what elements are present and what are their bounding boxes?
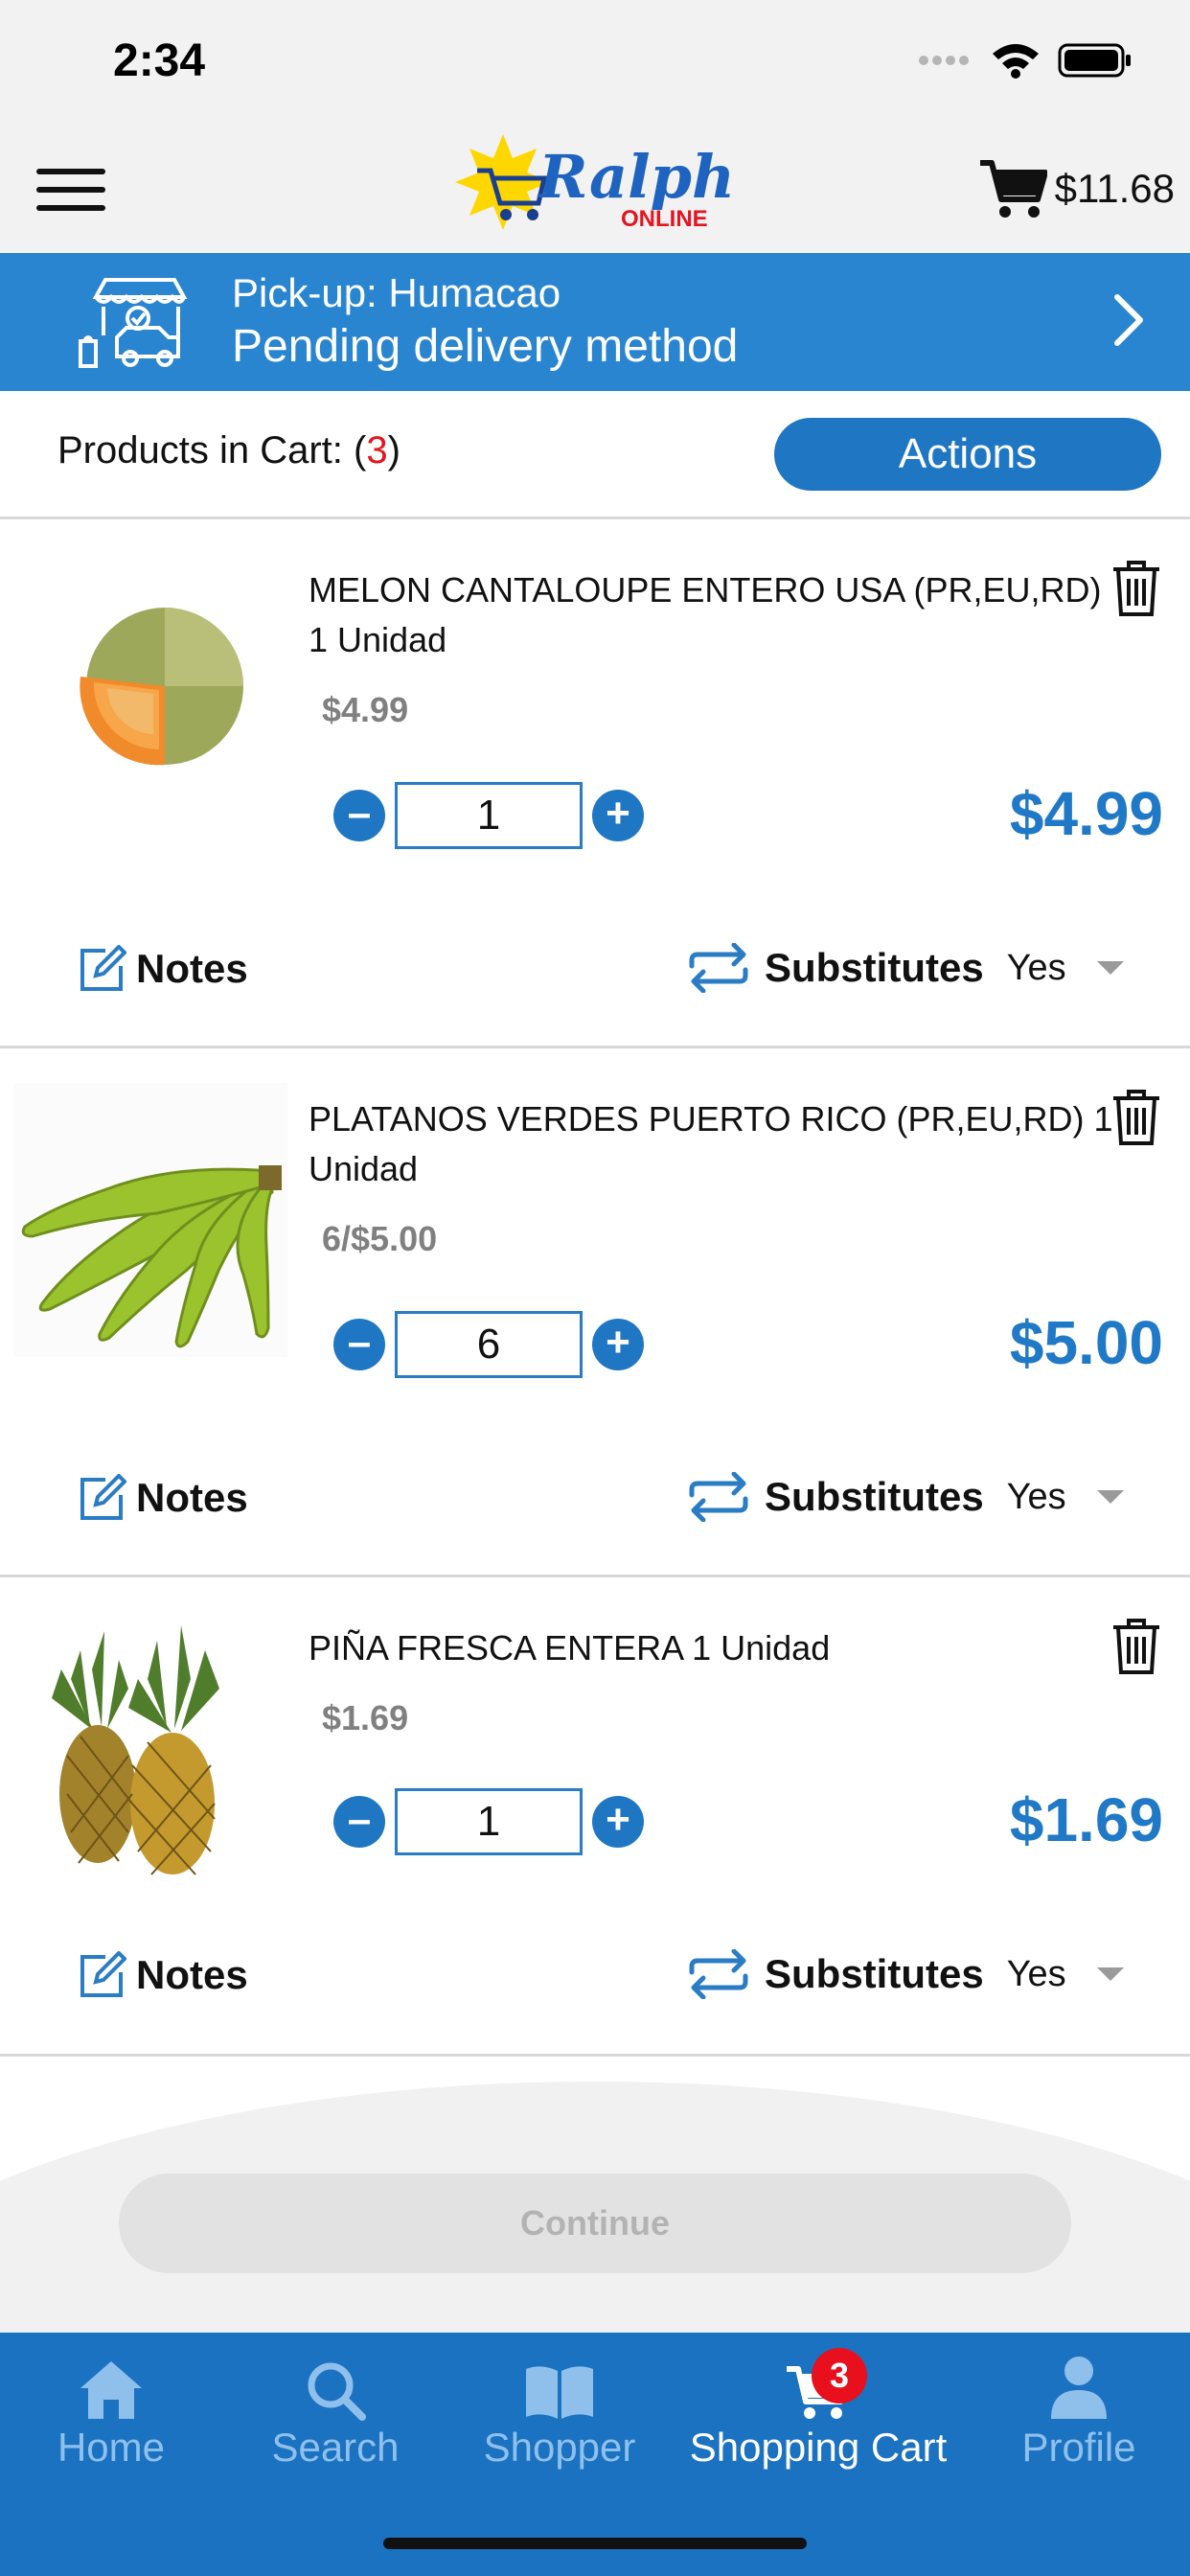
cantaloupe-image (80, 608, 243, 766)
tab-profile[interactable]: Profile (1014, 2346, 1144, 2471)
delivery-status: Pending delivery method (232, 321, 739, 372)
header-cart-total: $11.68 (1054, 166, 1175, 211)
wifi-icon (993, 44, 1039, 79)
status-bar: 2:34 (0, 0, 1190, 125)
increase-quantity-button[interactable]: + (592, 1796, 644, 1848)
home-icon (80, 2361, 142, 2419)
cart-item: PLATANOS VERDES PUERTO RICO (PR,EU,RD) 1… (0, 1048, 1190, 1577)
svg-text:ONLINE: ONLINE (621, 206, 708, 232)
quantity-stepper: – 1 + (333, 782, 644, 849)
cart-item: MELON CANTALOUPE ENTERO USA (PR,EU,RD) 1… (0, 519, 1190, 1048)
pickup-store-icon (79, 278, 188, 368)
caret-down-icon (1096, 1490, 1124, 1504)
trash-icon[interactable] (1111, 560, 1161, 617)
checkout-footer: Continue (0, 2060, 1190, 2333)
search-icon (308, 2362, 366, 2421)
person-icon (1051, 2357, 1107, 2419)
substitutes-selector[interactable]: Substitutes Yes (686, 943, 1124, 993)
quantity-input[interactable]: 1 (395, 1788, 583, 1855)
decrease-quantity-button[interactable]: – (333, 1319, 385, 1370)
book-icon (526, 2366, 593, 2419)
line-total: $1.69 (1009, 1785, 1163, 1854)
quantity-stepper: – 1 + (333, 1788, 644, 1855)
header-cart[interactable]: $11.68 (978, 157, 1175, 220)
tab-shopping-cart[interactable]: 3 Shopping Cart (676, 2346, 960, 2471)
caret-down-icon (1096, 1967, 1124, 1981)
line-total: $5.00 (1009, 1308, 1163, 1377)
line-total: $4.99 (1009, 779, 1163, 848)
svg-text:Ralph's: Ralph's (537, 142, 738, 212)
chevron-right-icon (1114, 294, 1143, 346)
cart-summary-bar: Products in Cart: (3) Actions (0, 391, 1190, 519)
actions-button[interactable]: Actions (774, 418, 1161, 491)
unit-price: $1.69 (322, 1698, 409, 1737)
swap-icon (689, 943, 748, 993)
continue-button[interactable]: Continue (119, 2174, 1071, 2273)
increase-quantity-button[interactable]: + (592, 1319, 644, 1370)
products-in-cart-count: 3 (366, 429, 388, 472)
decrease-quantity-button[interactable]: – (333, 1796, 385, 1848)
item-name: MELON CANTALOUPE ENTERO USA (PR,EU,RD) 1… (309, 570, 1102, 659)
pineapple-image (52, 1625, 219, 1875)
signal-icon (919, 56, 969, 65)
app-header: Ralph's ONLINE $11.68 (0, 125, 1190, 253)
notes-button[interactable]: Notes (79, 1474, 248, 1522)
substitutes-selector[interactable]: Substitutes Yes (686, 1949, 1124, 1999)
products-in-cart-label: Products in Cart: (3) (57, 429, 400, 472)
trash-icon[interactable] (1111, 1618, 1161, 1675)
increase-quantity-button[interactable]: + (592, 790, 644, 841)
quantity-input[interactable]: 6 (395, 1311, 583, 1378)
status-icons (918, 42, 1133, 79)
tab-shopper[interactable]: Shopper (475, 2346, 644, 2471)
caret-down-icon (1096, 961, 1124, 975)
quantity-input[interactable]: 1 (395, 782, 583, 849)
cart-icon (979, 160, 1047, 218)
ralphs-logo[interactable]: Ralph's ONLINE (450, 125, 787, 253)
notes-button[interactable]: Notes (79, 1951, 248, 1999)
substitutes-selector[interactable]: Substitutes Yes (686, 1472, 1124, 1522)
notes-button[interactable]: Notes (79, 945, 248, 993)
battery-icon (1058, 43, 1131, 78)
hamburger-menu-icon[interactable] (36, 169, 105, 211)
item-name: PLATANOS VERDES PUERTO RICO (PR,EU,RD) 1… (309, 1099, 1113, 1188)
edit-note-icon (80, 945, 126, 991)
item-name: PIÑA FRESCA ENTERA 1 Unidad (309, 1628, 831, 1668)
swap-icon (689, 1472, 748, 1522)
decrease-quantity-button[interactable]: – (333, 790, 385, 841)
home-indicator (383, 2538, 807, 2549)
quantity-stepper: – 6 + (333, 1311, 644, 1378)
edit-note-icon (80, 1951, 126, 1997)
cart-item: PIÑA FRESCA ENTERA 1 Unidad $1.69 – 1 + … (0, 1577, 1190, 2057)
green-plantains-image (13, 1083, 287, 1357)
unit-price: $4.99 (322, 690, 409, 729)
swap-icon (689, 1949, 748, 1999)
delivery-method-banner[interactable]: Pick-up: Humacao Pending delivery method (0, 253, 1190, 391)
pickup-location: Pick-up: Humacao (232, 270, 561, 315)
trash-icon[interactable] (1111, 1089, 1161, 1146)
status-time: 2:34 (113, 35, 206, 86)
tab-search[interactable]: Search (266, 2346, 404, 2471)
bottom-tab-bar: Home Search Shopper 3 Shopping Cart Prof… (0, 2333, 1190, 2576)
edit-note-icon (80, 1474, 126, 1520)
tab-home[interactable]: Home (54, 2346, 169, 2471)
unit-price: 6/$5.00 (322, 1219, 438, 1258)
cart-count-badge: 3 (812, 2348, 867, 2404)
